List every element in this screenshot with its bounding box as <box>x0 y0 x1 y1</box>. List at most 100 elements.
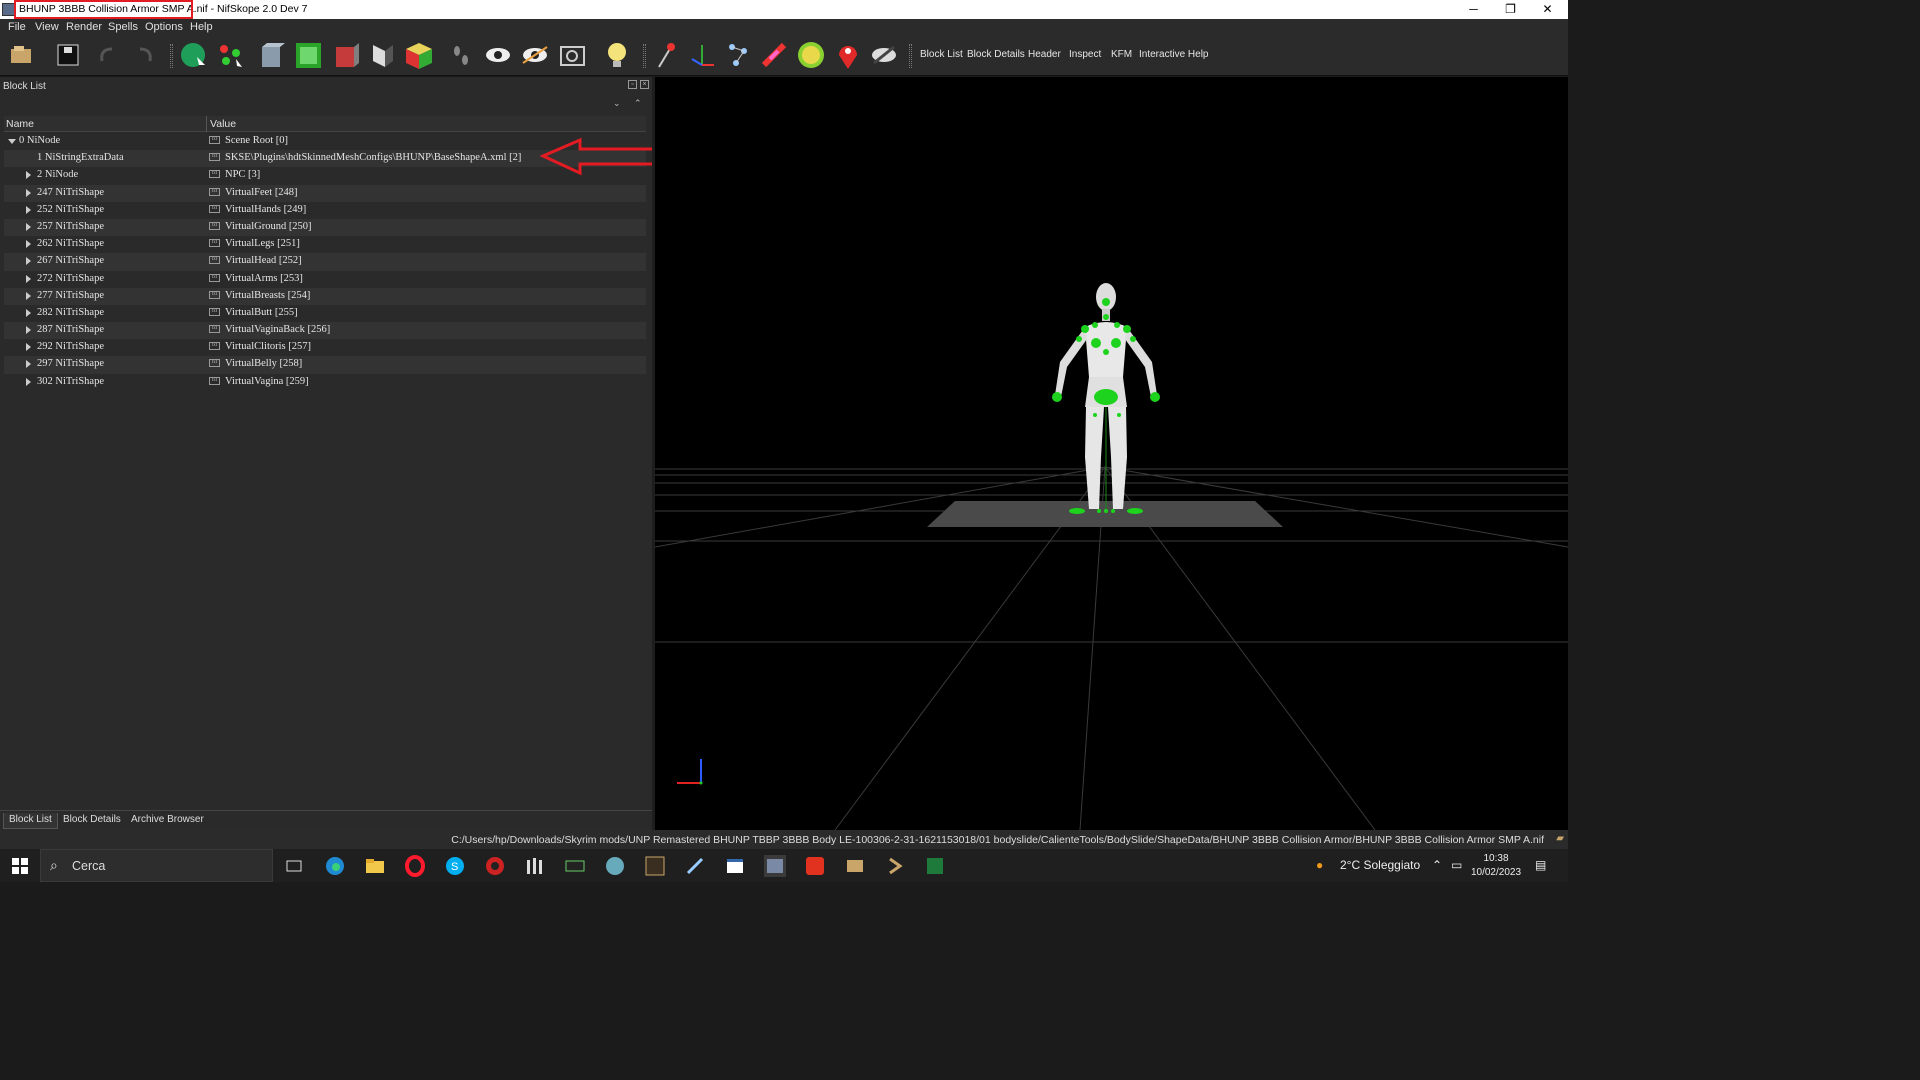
expand-arrow-icon[interactable] <box>26 240 31 249</box>
block-value[interactable]: VirtualBelly [258] <box>225 358 302 369</box>
block-value[interactable]: Scene Root [0] <box>225 135 288 146</box>
tree-row[interactable]: 267 NiTriShape txt VirtualHead [252] <box>4 253 646 271</box>
skyrim-tool-icon[interactable] <box>644 855 666 877</box>
paint-app-icon[interactable] <box>604 855 626 877</box>
box-red-icon[interactable] <box>329 39 362 72</box>
footprints-icon[interactable] <box>445 39 478 72</box>
pin-red-icon[interactable] <box>649 39 682 72</box>
block-value[interactable]: VirtualHands [249] <box>225 204 306 215</box>
arrow-app-icon[interactable] <box>884 855 906 877</box>
block-value[interactable]: VirtualVagina [259] <box>225 376 309 387</box>
weather-text[interactable]: 2°C Soleggiato <box>1340 858 1420 872</box>
task-view-icon[interactable] <box>283 855 305 877</box>
dock-tab-block-list[interactable]: Block List <box>3 813 58 829</box>
pen-app-icon[interactable] <box>684 855 706 877</box>
eye-icon[interactable] <box>482 39 515 72</box>
expand-arrow-icon[interactable] <box>26 308 31 317</box>
save-icon[interactable] <box>52 39 85 72</box>
skeleton-icon[interactable] <box>722 39 755 72</box>
menu-file[interactable]: File <box>8 21 26 33</box>
taskbar-search-box[interactable]: ⌕ Cerca <box>40 849 273 882</box>
menu-render[interactable]: Render <box>66 21 102 33</box>
tree-row[interactable]: 257 NiTriShape txt VirtualGround [250] <box>4 218 646 237</box>
tab-kfm[interactable]: KFM <box>1111 49 1132 60</box>
tab-block-details[interactable]: Block Details <box>967 49 1025 60</box>
notification-icon[interactable]: ▤ <box>1535 858 1546 872</box>
windows-start-icon[interactable] <box>9 855 31 877</box>
undo-icon[interactable] <box>92 39 125 72</box>
skype-icon[interactable]: S <box>444 855 466 877</box>
tray-chevron-icon[interactable]: ⌃ <box>1432 858 1442 872</box>
opera-browser-icon[interactable] <box>404 855 426 877</box>
tree-row[interactable]: 262 NiTriShape txt VirtualLegs [251] <box>4 236 646 253</box>
dock-tab-block-details[interactable]: Block Details <box>58 813 126 829</box>
block-value[interactable]: VirtualFeet [248] <box>225 187 298 198</box>
column-separator[interactable] <box>206 116 207 132</box>
toolbar-grip[interactable] <box>170 44 173 68</box>
block-value[interactable]: VirtualVaginaBack [256] <box>225 324 330 335</box>
tree-row[interactable]: 292 NiTriShape txt VirtualClitoris [257] <box>4 339 646 356</box>
bodyslide-icon[interactable] <box>844 855 866 877</box>
nifskope-taskbar-icon[interactable] <box>764 855 786 877</box>
float-panel-icon[interactable]: ▫ <box>628 80 637 89</box>
tree-row[interactable]: 272 NiTriShape txt VirtualArms [253] <box>4 271 646 288</box>
eye-half-icon[interactable] <box>519 39 552 72</box>
axes-icon[interactable] <box>686 39 719 72</box>
collapse-arrow-icon[interactable] <box>8 139 16 144</box>
minimize-button[interactable]: ─ <box>1455 0 1492 19</box>
block-value[interactable]: VirtualHead [252] <box>225 255 302 266</box>
tree-row[interactable]: 287 NiTriShape txt VirtualVaginaBack [256] <box>4 322 646 340</box>
box-green-icon[interactable] <box>292 39 325 72</box>
expand-arrow-icon[interactable] <box>26 257 31 266</box>
block-value[interactable]: VirtualBreasts [254] <box>225 290 310 301</box>
expand-arrow-icon[interactable] <box>26 326 31 335</box>
menu-options[interactable]: Options <box>145 21 183 33</box>
block-value[interactable]: VirtualArms [253] <box>225 273 303 284</box>
redo-icon[interactable] <box>128 39 161 72</box>
open-icon[interactable] <box>6 39 39 72</box>
excel-icon[interactable] <box>924 855 946 877</box>
collapse-all-icon[interactable]: ⌃ <box>634 98 642 109</box>
menu-view[interactable]: View <box>35 21 59 33</box>
tree-row[interactable]: 277 NiTriShape txt VirtualBreasts [254] <box>4 287 646 305</box>
tree-row[interactable]: 282 NiTriShape txt VirtualButt [255] <box>4 305 646 322</box>
game-app-icon[interactable] <box>484 855 506 877</box>
block-value[interactable]: VirtualGround [250] <box>225 221 312 232</box>
menu-help[interactable]: Help <box>190 21 213 33</box>
render-viewport[interactable] <box>655 77 1568 830</box>
lightbulb-icon[interactable] <box>601 39 634 72</box>
tab-block-list[interactable]: Block List <box>920 49 963 60</box>
toolbar-grip-3[interactable] <box>909 44 912 68</box>
column-value-header[interactable]: Value <box>210 118 236 130</box>
expand-arrow-icon[interactable] <box>26 360 31 369</box>
block-value[interactable]: VirtualButt [255] <box>225 307 298 318</box>
column-name-header[interactable]: Name <box>6 118 34 130</box>
expand-arrow-icon[interactable] <box>26 171 31 180</box>
wand-icon[interactable] <box>758 39 791 72</box>
menu-spells[interactable]: Spells <box>108 21 138 33</box>
tree-row[interactable]: 302 NiTriShape txt VirtualVagina [259] <box>4 374 646 391</box>
select-sphere-icon[interactable] <box>177 39 210 72</box>
block-value[interactable]: SKSE\Plugins\hdtSkinnedMeshConfigs\BHUNP… <box>225 152 521 163</box>
box-grey-icon[interactable] <box>255 39 288 72</box>
network-icon[interactable]: ▭ <box>1451 858 1462 872</box>
camera-icon[interactable] <box>556 39 589 72</box>
expand-arrow-icon[interactable] <box>26 188 31 197</box>
block-value[interactable]: VirtualLegs [251] <box>225 238 300 249</box>
eye-strike-icon[interactable] <box>868 39 901 72</box>
terminal-app-icon[interactable] <box>564 855 586 877</box>
red-app-icon[interactable] <box>804 855 826 877</box>
tree-row[interactable]: 297 NiTriShape txt VirtualBelly [258] <box>4 356 646 374</box>
tree-row[interactable]: 247 NiTriShape txt VirtualFeet [248] <box>4 184 646 202</box>
block-value[interactable]: NPC [3] <box>225 169 260 180</box>
close-panel-icon[interactable]: × <box>640 80 649 89</box>
expand-arrow-icon[interactable] <box>26 343 31 352</box>
expand-arrow-icon[interactable] <box>26 274 31 283</box>
expand-arrow-icon[interactable] <box>26 291 31 300</box>
window-app-icon[interactable] <box>724 855 746 877</box>
expand-all-icon[interactable]: ⌄ <box>613 98 621 109</box>
mod-organizer-icon[interactable] <box>524 855 546 877</box>
tab-inspect[interactable]: Inspect <box>1069 49 1101 60</box>
tab-interactive-help[interactable]: Interactive Help <box>1139 49 1208 60</box>
dock-tab-archive-browser[interactable]: Archive Browser <box>126 813 209 829</box>
